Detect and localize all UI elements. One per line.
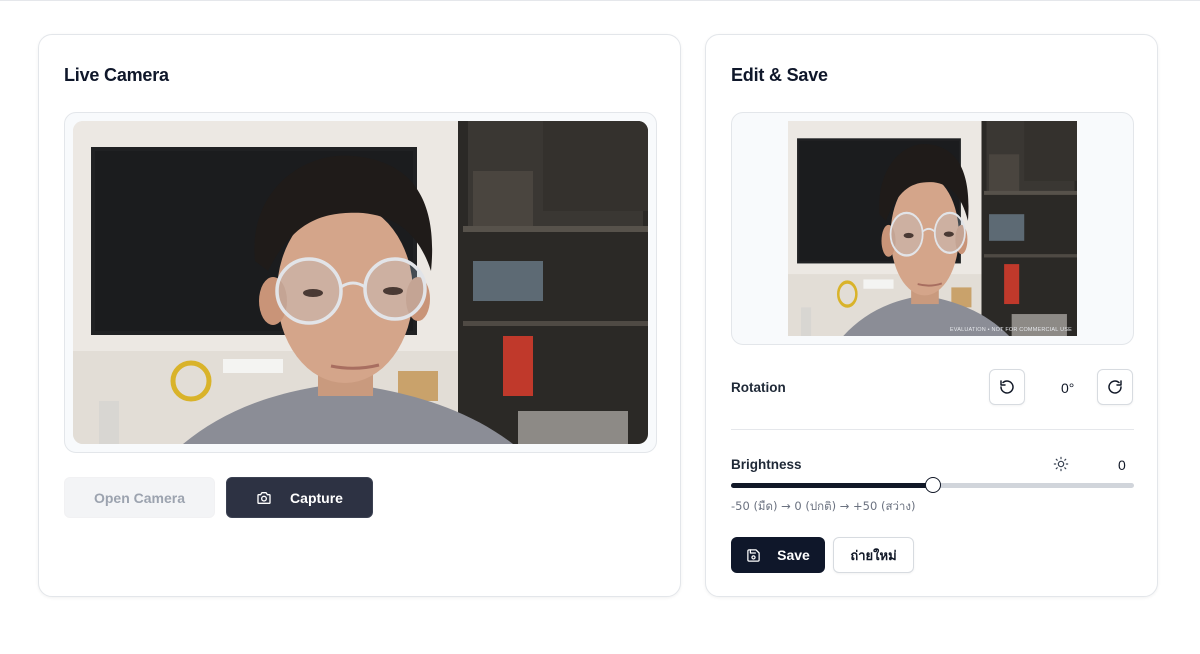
divider: [731, 429, 1134, 430]
edit-save-card: Edit & Save EVALUATION • NOT FOR COMMERC…: [705, 34, 1158, 597]
capture-label: Capture: [290, 489, 343, 506]
edit-save-title: Edit & Save: [731, 65, 828, 85]
brightness-value: 0: [1118, 457, 1126, 473]
rotate-ccw-icon: [999, 379, 1015, 395]
rotation-label: Rotation: [731, 380, 786, 395]
retake-button[interactable]: ถ่ายใหม่: [833, 537, 914, 573]
capture-button[interactable]: Capture: [226, 477, 373, 518]
brightness-hint: -50 (มืด) → 0 (ปกติ) → +50 (สว่าง): [731, 499, 916, 513]
open-camera-button[interactable]: Open Camera: [64, 477, 215, 518]
rotate-right-button[interactable]: [1097, 369, 1133, 405]
rotation-value: 0°: [1061, 380, 1075, 396]
brightness-slider-fill: [731, 483, 933, 488]
brightness-label: Brightness: [731, 457, 802, 472]
rotate-cw-icon: [1107, 379, 1123, 395]
camera-icon: [256, 490, 272, 506]
sun-icon: [1053, 456, 1069, 472]
save-button[interactable]: Save: [731, 537, 825, 573]
live-camera-card: Live Camera Open Camera Capture: [38, 34, 681, 597]
save-icon: [746, 548, 761, 563]
save-label: Save: [777, 547, 810, 563]
live-camera-title: Live Camera: [64, 65, 169, 85]
open-camera-label: Open Camera: [93, 489, 186, 506]
retake-label: ถ่ายใหม่: [850, 548, 897, 564]
brightness-slider[interactable]: [731, 477, 1134, 493]
brightness-slider-thumb[interactable]: [924, 477, 941, 493]
edit-preview-frame: EVALUATION • NOT FOR COMMERCIAL USE: [731, 112, 1134, 345]
watermark-text: EVALUATION • NOT FOR COMMERCIAL USE: [949, 327, 1072, 333]
live-camera-frame: [64, 112, 657, 453]
live-camera-feed: [73, 121, 648, 444]
captured-photo-preview: EVALUATION • NOT FOR COMMERCIAL USE: [788, 121, 1077, 336]
rotate-left-button[interactable]: [989, 369, 1025, 405]
